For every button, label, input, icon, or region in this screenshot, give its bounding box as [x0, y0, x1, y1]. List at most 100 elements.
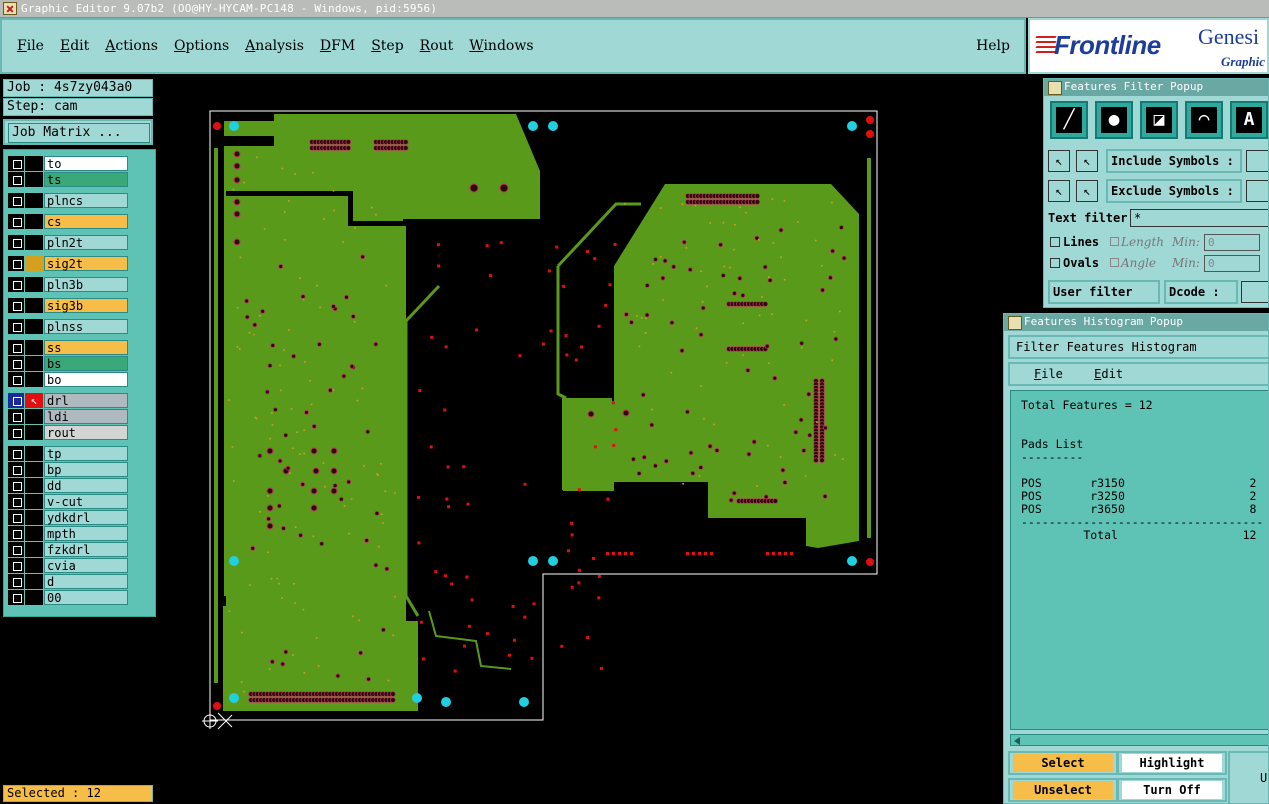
layer-display-checkbox[interactable]: [8, 235, 24, 250]
layer-work-toggle[interactable]: ↖: [25, 393, 43, 408]
layer-row-bo[interactable]: bo: [6, 372, 128, 387]
layer-row-cs[interactable]: cs: [6, 214, 128, 229]
layer-work-toggle[interactable]: [25, 590, 43, 605]
histogram-menu-file[interactable]: File: [1022, 367, 1063, 381]
layer-row-ts[interactable]: ts: [6, 172, 128, 187]
layer-display-checkbox[interactable]: [8, 277, 24, 292]
app-icon[interactable]: [3, 2, 17, 15]
surface-filter-button[interactable]: ◪: [1140, 101, 1178, 139]
exclude-arrow-button[interactable]: ↖: [1048, 180, 1070, 202]
layer-row-v-cut[interactable]: v-cut: [6, 494, 128, 509]
layer-row-sig2t[interactable]: sig2t: [6, 256, 128, 271]
layer-row-to[interactable]: to: [6, 156, 128, 171]
layer-work-toggle[interactable]: [25, 298, 43, 313]
histogram-menu-edit[interactable]: Edit: [1082, 367, 1123, 381]
line-filter-button[interactable]: ╱: [1050, 101, 1088, 139]
layer-display-checkbox[interactable]: [8, 425, 24, 440]
layer-row-ldi[interactable]: ldi: [6, 409, 128, 424]
layer-work-toggle[interactable]: [25, 319, 43, 334]
menu-windows[interactable]: Windows: [469, 38, 533, 54]
layer-row-fzkdrl[interactable]: fzkdrl: [6, 542, 128, 557]
layer-row-pln3b[interactable]: pln3b: [6, 277, 128, 292]
layer-display-checkbox[interactable]: [8, 214, 24, 229]
layer-row-ydkdrl[interactable]: ydkdrl: [6, 510, 128, 525]
layer-display-checkbox[interactable]: [8, 462, 24, 477]
graphic-canvas[interactable]: [156, 76, 1042, 804]
layer-work-toggle[interactable]: [25, 574, 43, 589]
turn-off-button[interactable]: Turn Off: [1117, 778, 1227, 802]
layer-display-checkbox[interactable]: [8, 172, 24, 187]
layer-row-plncs[interactable]: plncs: [6, 193, 128, 208]
layer-display-checkbox[interactable]: [8, 156, 24, 171]
dcode-button[interactable]: Dcode :: [1164, 280, 1238, 304]
pcb-view[interactable]: [156, 76, 1042, 804]
layer-row-sig3b[interactable]: sig3b: [6, 298, 128, 313]
layer-work-toggle[interactable]: [25, 478, 43, 493]
ovals-checkbox[interactable]: Ovals: [1050, 256, 1099, 270]
layer-display-checkbox[interactable]: [8, 542, 24, 557]
layer-work-toggle[interactable]: [25, 172, 43, 187]
text-filter-input[interactable]: *: [1130, 209, 1268, 227]
layer-display-checkbox[interactable]: [8, 298, 24, 313]
include-arrow-button[interactable]: ↖: [1048, 150, 1070, 172]
exclude-arrow2-button[interactable]: ↖: [1076, 180, 1098, 202]
menu-file[interactable]: File: [17, 38, 44, 54]
layer-display-checkbox[interactable]: [8, 393, 24, 408]
layer-work-toggle[interactable]: [25, 526, 43, 541]
menu-step[interactable]: Step: [371, 38, 403, 54]
include-symbols-input[interactable]: [1246, 150, 1268, 172]
arc-filter-button[interactable]: ◠: [1185, 101, 1223, 139]
layer-work-toggle[interactable]: [25, 425, 43, 440]
layer-work-toggle[interactable]: [25, 462, 43, 477]
histogram-hscrollbar[interactable]: [1010, 734, 1268, 746]
menu-dfm[interactable]: DFM: [320, 38, 355, 54]
layer-row-d[interactable]: d: [6, 574, 128, 589]
layer-display-checkbox[interactable]: [8, 478, 24, 493]
layer-row-plnss[interactable]: plnss: [6, 319, 128, 334]
layer-work-toggle[interactable]: [25, 256, 43, 271]
layer-work-toggle[interactable]: [25, 372, 43, 387]
lines-checkbox[interactable]: Lines: [1050, 235, 1099, 249]
include-arrow2-button[interactable]: ↖: [1076, 150, 1098, 172]
dcode-input[interactable]: [1241, 281, 1268, 303]
highlight-button[interactable]: Highlight: [1117, 751, 1227, 775]
select-button[interactable]: Select: [1008, 751, 1118, 775]
layer-row-00[interactable]: 00: [6, 590, 128, 605]
layer-row-dd[interactable]: dd: [6, 478, 128, 493]
layer-work-toggle[interactable]: [25, 510, 43, 525]
layer-work-toggle[interactable]: [25, 340, 43, 355]
histogram-report[interactable]: Total Features = 12 Pads List --------- …: [1010, 390, 1268, 730]
layer-display-checkbox[interactable]: [8, 256, 24, 271]
layer-row-cvia[interactable]: cvia: [6, 558, 128, 573]
layer-display-checkbox[interactable]: [8, 446, 24, 461]
layer-work-toggle[interactable]: [25, 214, 43, 229]
pad-filter-button[interactable]: ●: [1095, 101, 1133, 139]
menu-options[interactable]: Options: [174, 38, 229, 54]
layer-display-checkbox[interactable]: [8, 372, 24, 387]
layer-row-ss[interactable]: ss: [6, 340, 128, 355]
layer-work-toggle[interactable]: [25, 409, 43, 424]
exclude-symbols-input[interactable]: [1246, 180, 1268, 202]
up-button[interactable]: Up: [1228, 751, 1268, 803]
layer-display-checkbox[interactable]: [8, 319, 24, 334]
layer-row-bs[interactable]: bs: [6, 356, 128, 371]
job-matrix-button[interactable]: Job Matrix ...: [3, 119, 153, 145]
layer-display-checkbox[interactable]: [8, 193, 24, 208]
layer-display-checkbox[interactable]: [8, 526, 24, 541]
layer-work-toggle[interactable]: [25, 356, 43, 371]
layer-work-toggle[interactable]: [25, 494, 43, 509]
menu-actions[interactable]: Actions: [105, 38, 158, 54]
layer-display-checkbox[interactable]: [8, 510, 24, 525]
exclude-symbols-button[interactable]: Exclude Symbols :: [1106, 179, 1242, 203]
layer-row-tp[interactable]: tp: [6, 446, 128, 461]
user-filter-button[interactable]: User filter ...: [1048, 280, 1160, 307]
layer-display-checkbox[interactable]: [8, 494, 24, 509]
layer-work-toggle[interactable]: [25, 235, 43, 250]
layer-display-checkbox[interactable]: [8, 356, 24, 371]
layer-display-checkbox[interactable]: [8, 590, 24, 605]
layer-display-checkbox[interactable]: [8, 409, 24, 424]
layer-row-bp[interactable]: bp: [6, 462, 128, 477]
include-symbols-button[interactable]: Include Symbols :: [1106, 149, 1242, 173]
layer-work-toggle[interactable]: [25, 277, 43, 292]
layer-display-checkbox[interactable]: [8, 574, 24, 589]
